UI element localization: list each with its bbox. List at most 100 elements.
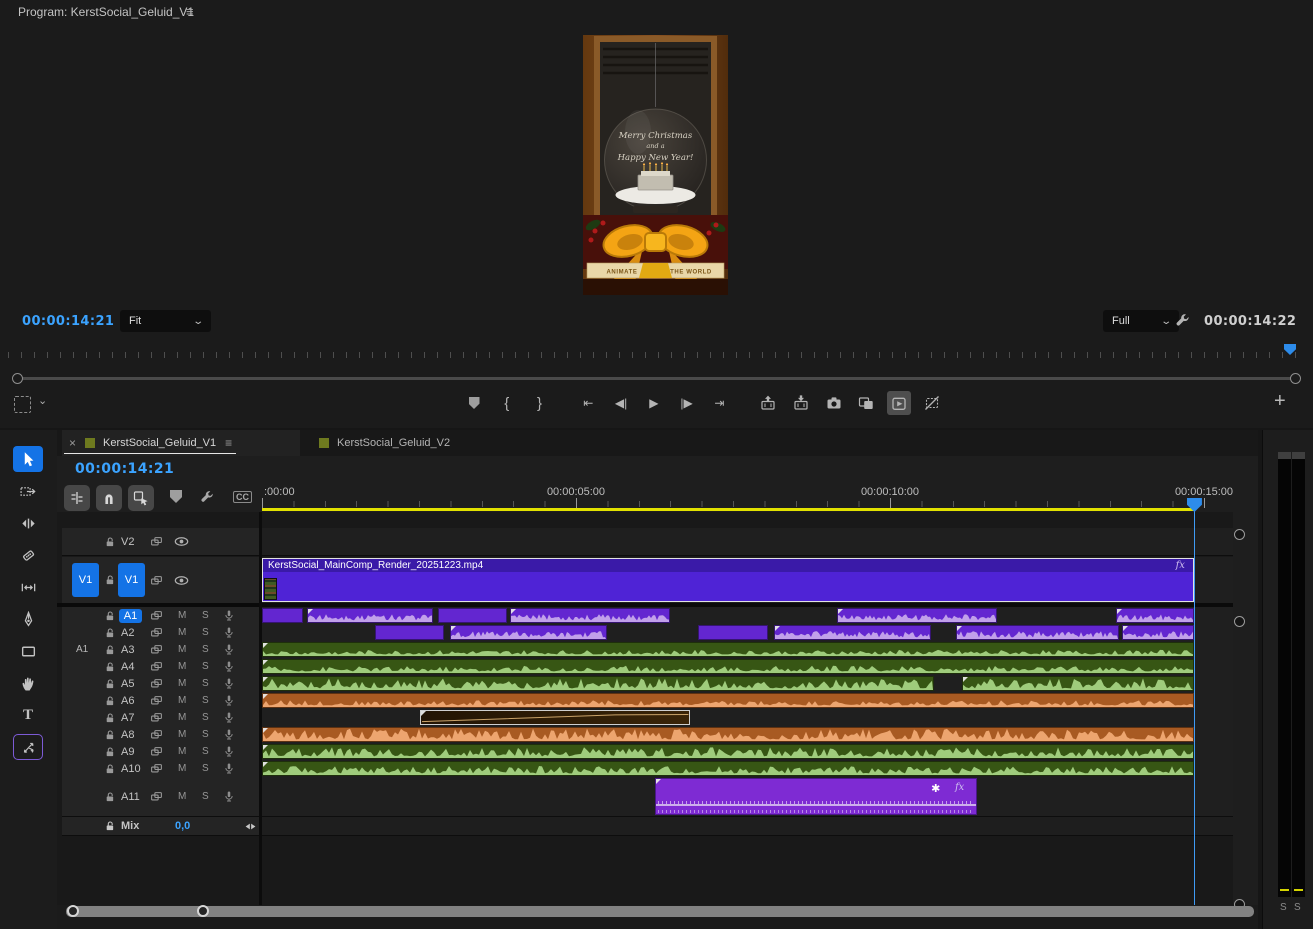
type-tool[interactable]: T (13, 702, 43, 728)
mute-button[interactable]: M (178, 610, 188, 621)
mic-icon[interactable] (223, 626, 235, 639)
track-target-v2[interactable]: V2 (121, 536, 151, 548)
fade-handle[interactable] (1123, 626, 1128, 631)
track-select-forward-tool[interactable] (13, 478, 43, 504)
program-zoom-scrollbar[interactable] (14, 377, 1299, 380)
sync-lock-icon[interactable] (150, 694, 163, 707)
sync-lock-icon[interactable] (150, 790, 163, 803)
comparison-view-button[interactable] (854, 391, 878, 415)
zoom-handle-right[interactable] (1290, 373, 1301, 384)
track-target-a4[interactable]: A4 (121, 661, 151, 673)
clip-a2-1[interactable] (450, 625, 607, 640)
video-audio-separator[interactable] (57, 603, 1233, 607)
extract-button[interactable] (789, 391, 813, 415)
fade-handle[interactable] (308, 609, 313, 614)
program-playhead-timecode[interactable]: 00:00:14:21 (22, 314, 114, 329)
clip-v1-0[interactable]: KerstSocial_MainComp_Render_20251223.mp4… (262, 558, 1194, 602)
track-target-a9[interactable]: A9 (121, 746, 151, 758)
mic-icon[interactable] (223, 790, 235, 803)
lock-icon[interactable] (104, 820, 116, 832)
fade-handle[interactable] (421, 711, 426, 716)
fade-handle[interactable] (838, 609, 843, 614)
source-patch-audio[interactable]: A1 (76, 644, 96, 656)
sync-lock-icon[interactable] (150, 626, 163, 639)
playback-resolution-select[interactable]: Full ⌄ (1103, 310, 1179, 332)
meter-solo-right-button[interactable]: S (1294, 902, 1301, 913)
snap-toggle-button[interactable] (96, 485, 122, 511)
lock-icon[interactable] (104, 791, 116, 803)
fade-handle[interactable] (963, 677, 968, 682)
keyframe-toggle-icon[interactable] (244, 820, 257, 833)
mic-icon[interactable] (223, 728, 235, 741)
mark-in-button[interactable]: { (495, 391, 519, 415)
clip-a1-1[interactable] (307, 608, 433, 623)
fade-handle[interactable] (263, 762, 268, 767)
source-patch-v1[interactable]: V1 (72, 563, 99, 597)
clip-a2-5[interactable] (1122, 625, 1194, 640)
clip-a8-0[interactable] (262, 727, 1194, 742)
mute-button[interactable]: M (178, 661, 188, 672)
lock-icon[interactable] (104, 536, 116, 548)
clip-a3-0[interactable] (262, 642, 1194, 657)
rectangle-tool[interactable] (13, 638, 43, 664)
zoom-level-select[interactable]: Fit ⌄ (120, 310, 211, 332)
mute-button[interactable]: M (178, 729, 188, 740)
tab-kerstsocial-geluid-v2[interactable]: KerstSocial_Geluid_V2 (305, 430, 530, 456)
track-target-a8[interactable]: A8 (121, 729, 151, 741)
clip-a7-0[interactable] (420, 710, 689, 725)
clip-a2-3[interactable] (774, 625, 931, 640)
mix-volume-value[interactable]: 0,0 (175, 820, 190, 832)
lock-icon[interactable] (104, 627, 116, 639)
sync-lock-icon[interactable] (150, 745, 163, 758)
sync-lock-icon[interactable] (150, 728, 163, 741)
playhead-line[interactable] (1194, 510, 1195, 905)
clip-a9-0[interactable] (262, 744, 1194, 759)
fade-handle[interactable] (263, 745, 268, 750)
solo-button[interactable]: S (202, 661, 212, 672)
solo-button[interactable]: S (202, 791, 212, 802)
fade-handle[interactable] (263, 660, 268, 665)
fade-handle[interactable] (656, 779, 661, 784)
solo-button[interactable]: S (202, 627, 212, 638)
track-content-mix[interactable] (262, 817, 1233, 836)
go-to-out-button[interactable]: ⇥ (707, 391, 731, 415)
mute-button[interactable]: M (178, 644, 188, 655)
global-fx-mute-button[interactable] (920, 391, 944, 415)
clip-a1-2[interactable] (438, 608, 507, 623)
sync-lock-icon[interactable] (150, 535, 163, 548)
mute-button[interactable]: M (178, 712, 188, 723)
clip-a1-4[interactable] (837, 608, 997, 623)
track-target-a3[interactable]: A3 (121, 644, 151, 656)
fade-handle[interactable] (957, 626, 962, 631)
fade-handle[interactable] (775, 626, 780, 631)
razor-tool[interactable] (13, 542, 43, 568)
pen-tool[interactable] (13, 606, 43, 632)
horizontal-scroll-handle-1[interactable] (197, 905, 209, 917)
step-forward-button[interactable]: |▶ (675, 391, 699, 415)
mute-button[interactable]: M (178, 678, 188, 689)
mic-icon[interactable] (223, 609, 235, 622)
mic-icon[interactable] (223, 643, 235, 656)
clip-a1-3[interactable] (510, 608, 670, 623)
lock-icon[interactable] (104, 712, 116, 724)
go-to-in-button[interactable]: ⇤ (576, 391, 600, 415)
remix-tool[interactable] (13, 734, 43, 760)
program-settings-wrench-icon[interactable] (1174, 312, 1192, 330)
solo-button[interactable]: S (202, 712, 212, 723)
lock-icon[interactable] (104, 746, 116, 758)
track-target-a1[interactable]: A1 (119, 609, 142, 623)
timeline-marker-button[interactable] (170, 490, 182, 503)
fade-handle[interactable] (1117, 609, 1122, 614)
clip-a11-0[interactable]: ✱fx (655, 778, 977, 815)
add-panel-button[interactable]: + (1274, 390, 1286, 413)
clip-a10-0[interactable] (262, 761, 1194, 776)
captions-button[interactable]: CC (233, 491, 252, 503)
work-area-bar[interactable] (262, 508, 1195, 511)
lock-icon[interactable] (104, 610, 116, 622)
mic-icon[interactable] (223, 677, 235, 690)
ripple-edit-tool[interactable] (13, 510, 43, 536)
track-target-a11[interactable]: A11 (121, 791, 151, 803)
nest-toggle-button[interactable] (64, 485, 90, 511)
header-content-divider[interactable] (259, 512, 262, 905)
lock-icon[interactable] (104, 644, 116, 656)
